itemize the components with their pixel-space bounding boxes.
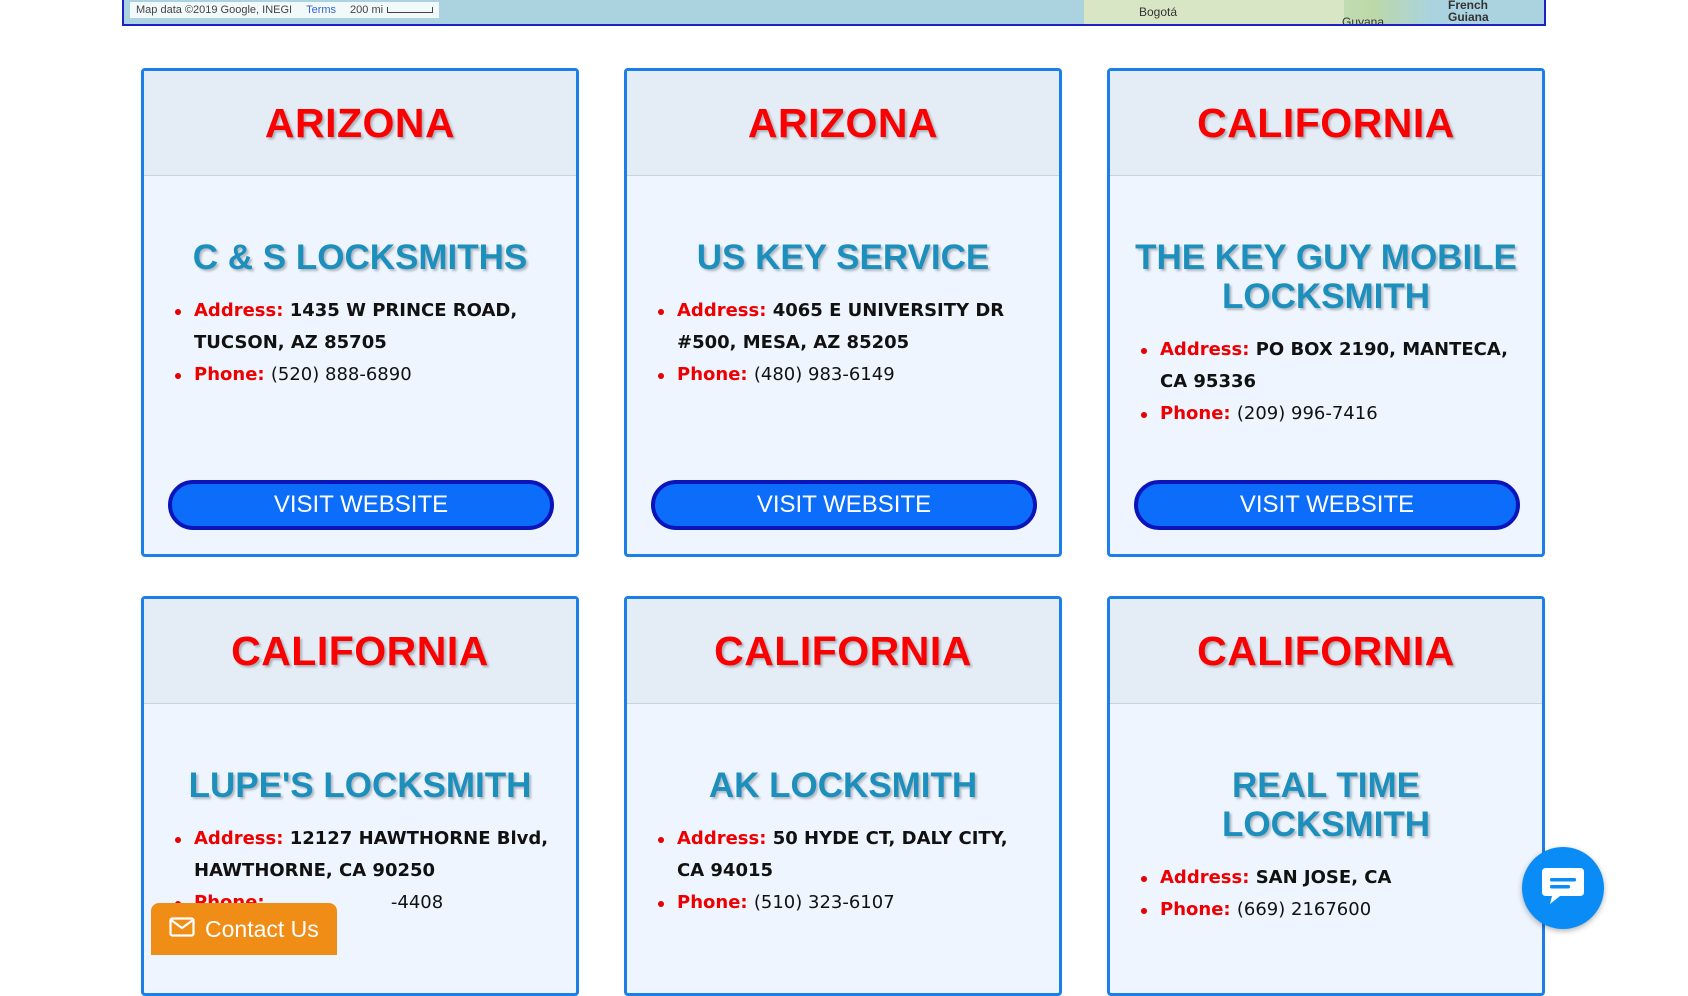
state-heading: CALIFORNIA: [714, 627, 972, 674]
phone-item: Phone: (480) 983-6149: [658, 359, 1039, 391]
card-header: ARIZONA: [627, 71, 1059, 176]
business-name: AK LOCKSMITH: [708, 766, 978, 805]
listing-card: ARIZONA C & S LOCKSMITHS Address: 1435 W…: [141, 68, 579, 557]
state-heading: ARIZONA: [264, 99, 456, 146]
visit-website-button[interactable]: VISIT WEBSITE: [1134, 480, 1520, 530]
chat-bubble-icon: [1540, 866, 1586, 910]
address-label: Address:: [677, 828, 767, 849]
visit-website-button[interactable]: VISIT WEBSITE: [651, 480, 1037, 530]
map-land-area: [1084, 0, 1344, 24]
chat-button[interactable]: [1522, 847, 1604, 929]
contact-info-list: Address: PO BOX 2190, MANTECA, CA 95336 …: [1110, 334, 1542, 430]
card-header: CALIFORNIA: [1110, 599, 1542, 704]
map-label-french-guiana: French Guiana: [1448, 0, 1489, 24]
map-terms-link[interactable]: Terms: [306, 4, 336, 16]
phone-label: Phone:: [194, 364, 265, 385]
phone-value: (510) 323-6107: [753, 892, 895, 913]
address-value: SAN JOSE, CA: [1255, 867, 1392, 888]
map-scale: 200 mi: [350, 4, 434, 16]
contact-info-list: Address: SAN JOSE, CA Phone: (669) 21676…: [1110, 862, 1542, 926]
phone-label: Phone:: [677, 892, 748, 913]
map-data-text: Map data ©2019 Google, INEGI: [136, 4, 293, 16]
google-map[interactable]: Map data ©2019 Google, INEGI Terms 200 m…: [122, 0, 1546, 26]
contact-info-list: Address: 1435 W PRINCE ROAD, TUCSON, AZ …: [144, 295, 576, 391]
listing-card: ARIZONA US KEY SERVICE Address: 4065 E U…: [624, 68, 1062, 557]
phone-item: Phone: (209) 996-7416: [1141, 398, 1522, 430]
map-label-guyana: Guyana: [1342, 15, 1385, 26]
contact-us-button[interactable]: Contact Us: [151, 903, 337, 955]
address-item: Address: 12127 HAWTHORNE Blvd, HAWTHORNE…: [175, 823, 556, 887]
phone-label: Phone:: [1160, 403, 1231, 424]
listing-card: CALIFORNIA REAL TIME LOCKSMITH Address: …: [1107, 596, 1545, 996]
state-heading: CALIFORNIA: [1197, 99, 1455, 146]
contact-info-list: Address: 4065 E UNIVERSITY DR #500, MESA…: [627, 295, 1059, 391]
address-label: Address:: [1160, 339, 1250, 360]
address-label: Address:: [194, 828, 284, 849]
address-item: Address: 4065 E UNIVERSITY DR #500, MESA…: [658, 295, 1039, 359]
contact-us-label: Contact Us: [205, 915, 319, 942]
business-name: C & S LOCKSMITHS: [192, 238, 528, 277]
address-label: Address:: [1160, 867, 1250, 888]
card-header: ARIZONA: [144, 71, 576, 176]
business-name: US KEY SERVICE: [696, 238, 990, 277]
state-heading: CALIFORNIA: [1197, 627, 1455, 674]
card-header: CALIFORNIA: [627, 599, 1059, 704]
address-item: Address: 50 HYDE CT, DALY CITY, CA 94015: [658, 823, 1039, 887]
phone-value: (209) 996-7416: [1236, 403, 1378, 424]
address-item: Address: 1435 W PRINCE ROAD, TUCSON, AZ …: [175, 295, 556, 359]
business-name: LUPE'S LOCKSMITH: [188, 766, 532, 805]
phone-label: Phone:: [1160, 899, 1231, 920]
state-heading: ARIZONA: [747, 99, 939, 146]
map-scale-label: 200 mi: [350, 4, 384, 16]
address-item: Address: SAN JOSE, CA: [1141, 862, 1522, 894]
phone-value: (520) 888-6890: [270, 364, 412, 385]
address-label: Address:: [194, 300, 284, 321]
card-header: CALIFORNIA: [1110, 71, 1542, 176]
state-heading: CALIFORNIA: [231, 627, 489, 674]
map-label-bogota: Bogotá: [1139, 5, 1178, 19]
listing-card: CALIFORNIA THE KEY GUY MOBILE LOCKSMITH …: [1107, 68, 1545, 557]
phone-value: (669) 2167600: [1236, 899, 1372, 920]
visit-website-button[interactable]: VISIT WEBSITE: [168, 480, 554, 530]
address-label: Address:: [677, 300, 767, 321]
map-attribution: Map data ©2019 Google, INEGI Terms 200 m…: [130, 2, 440, 18]
business-name: REAL TIME LOCKSMITH: [1221, 766, 1431, 844]
phone-item: Phone: (669) 2167600: [1141, 894, 1522, 926]
address-item: Address: PO BOX 2190, MANTECA, CA 95336: [1141, 334, 1522, 398]
phone-item: Phone: (520) 888-6890: [175, 359, 556, 391]
card-header: CALIFORNIA: [144, 599, 576, 704]
contact-info-list: Address: 50 HYDE CT, DALY CITY, CA 94015…: [627, 823, 1059, 919]
phone-label: Phone:: [677, 364, 748, 385]
phone-value: (480) 983-6149: [753, 364, 895, 385]
business-name: THE KEY GUY MOBILE LOCKSMITH: [1135, 238, 1517, 316]
map-scale-bar: [387, 7, 434, 13]
envelope-icon: [169, 916, 195, 943]
phone-item: Phone: (510) 323-6107: [658, 887, 1039, 919]
listing-card: CALIFORNIA AK LOCKSMITH Address: 50 HYDE…: [624, 596, 1062, 996]
